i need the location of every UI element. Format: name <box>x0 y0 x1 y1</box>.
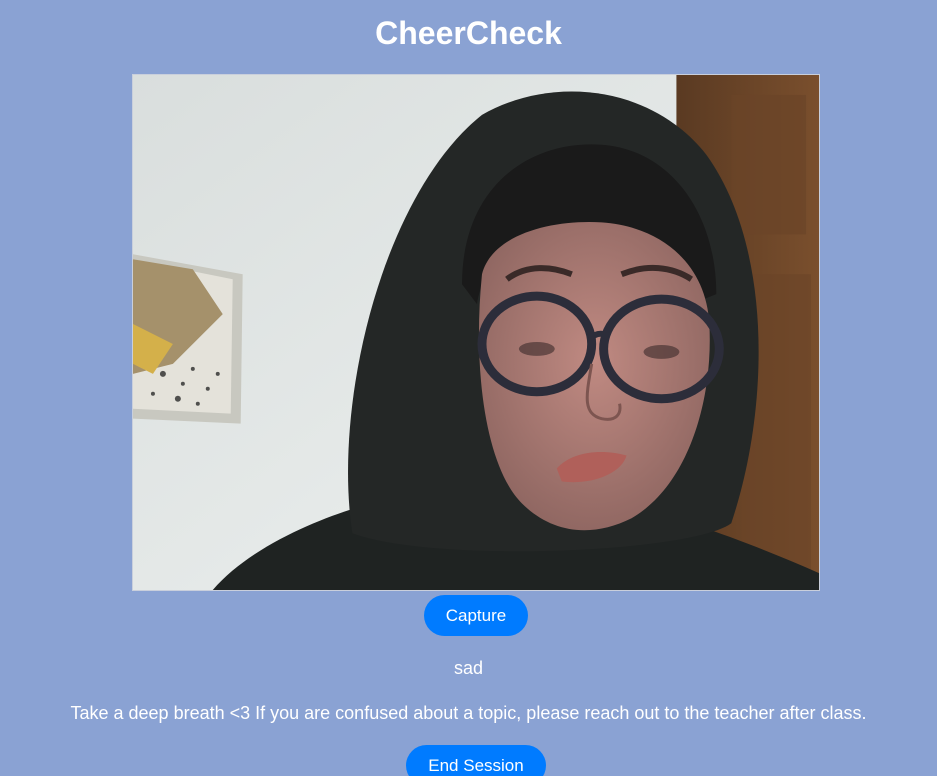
webcam-image <box>133 75 819 590</box>
webcam-video-feed <box>132 74 820 591</box>
app-title: CheerCheck <box>375 15 562 51</box>
end-session-button[interactable]: End Session <box>406 745 546 776</box>
encouragement-message: Take a deep breath <3 If you are confuse… <box>70 703 867 723</box>
capture-button[interactable]: Capture <box>424 595 528 636</box>
detected-emotion-label: sad <box>453 658 484 678</box>
